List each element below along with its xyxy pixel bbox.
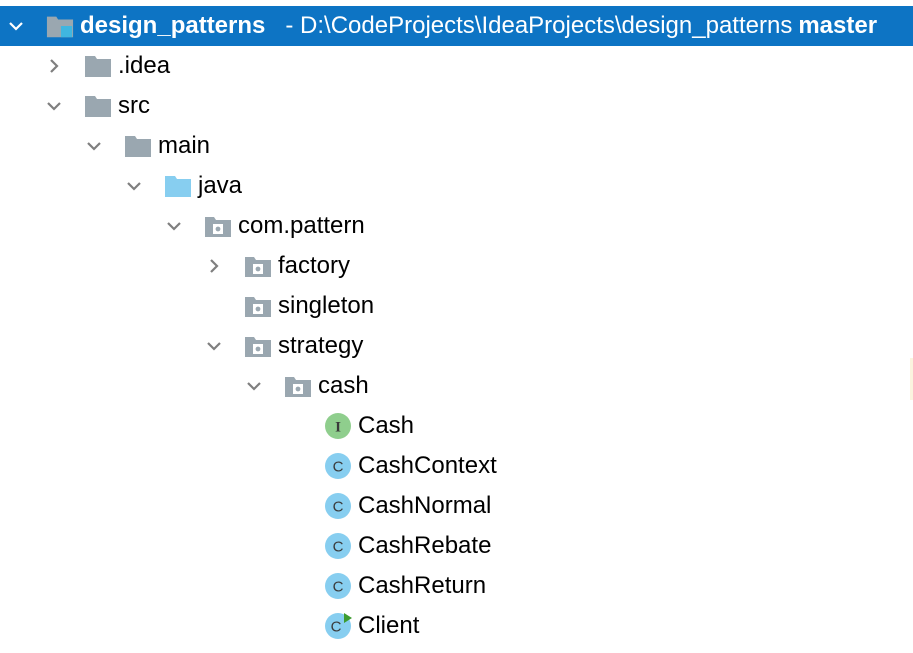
chevron-down-icon[interactable] bbox=[86, 138, 102, 154]
tree-row-cash-package[interactable]: cash bbox=[0, 366, 913, 406]
tree-node-label: Client bbox=[358, 612, 420, 639]
tree-row-com-pattern[interactable]: com.pattern bbox=[0, 206, 913, 246]
package-icon bbox=[244, 333, 272, 359]
module-folder-icon bbox=[46, 13, 74, 39]
folder-icon bbox=[84, 93, 112, 119]
arrow-spacer bbox=[206, 298, 222, 314]
arrow-spacer bbox=[286, 578, 302, 594]
tree-row-strategy[interactable]: strategy bbox=[0, 326, 913, 366]
tree-node-label: singleton bbox=[278, 292, 375, 319]
tree-row-client[interactable]: C Client bbox=[0, 606, 913, 646]
arrow-spacer bbox=[286, 538, 302, 554]
tree-row-cashcontext[interactable]: C CashContext bbox=[0, 446, 913, 486]
class-icon: C bbox=[324, 533, 352, 559]
tree-row-main[interactable]: main bbox=[0, 126, 913, 166]
class-icon: C bbox=[324, 573, 352, 599]
package-icon bbox=[284, 373, 312, 399]
tree-node-label: CashRebate bbox=[358, 532, 492, 559]
class-icon: C bbox=[324, 453, 352, 479]
folder-icon bbox=[84, 53, 112, 79]
chevron-down-icon[interactable] bbox=[246, 378, 262, 394]
root-name: design_patterns bbox=[80, 12, 266, 39]
tree-node-label: CashNormal bbox=[358, 492, 492, 519]
tree-node-label: cash bbox=[318, 372, 369, 399]
tree-node-label: strategy bbox=[278, 332, 364, 359]
tree-row-idea[interactable]: .idea bbox=[0, 46, 913, 86]
tree-node-label: CashReturn bbox=[358, 572, 487, 599]
package-icon bbox=[244, 253, 272, 279]
tree-row-src[interactable]: src bbox=[0, 86, 913, 126]
tree-node-label: src bbox=[118, 92, 150, 119]
tree-row-factory[interactable]: factory bbox=[0, 246, 913, 286]
tree-node-label: factory bbox=[278, 252, 351, 279]
chevron-down-icon[interactable] bbox=[206, 338, 222, 354]
tree-row-java[interactable]: java bbox=[0, 166, 913, 206]
tree-row-cashnormal[interactable]: C CashNormal bbox=[0, 486, 913, 526]
tree-node-label: main bbox=[158, 132, 211, 159]
root-path: - D:\CodeProjects\IdeaProjects\design_pa… bbox=[285, 12, 793, 39]
tree-row-root[interactable]: design_patterns - D:\CodeProjects\IdeaPr… bbox=[0, 6, 913, 46]
class-icon-letter: C bbox=[331, 619, 342, 636]
chevron-right-icon[interactable] bbox=[206, 258, 222, 274]
tree-row-cashrebate[interactable]: C CashRebate bbox=[0, 526, 913, 566]
tree-node-label: com.pattern bbox=[238, 212, 365, 239]
arrow-spacer bbox=[286, 418, 302, 434]
tree-node-label: java bbox=[198, 172, 243, 199]
tree-row-cash-interface[interactable]: I Cash bbox=[0, 406, 913, 446]
arrow-spacer bbox=[286, 498, 302, 514]
arrow-spacer bbox=[286, 618, 302, 634]
runnable-class-icon: C bbox=[324, 613, 352, 639]
chevron-down-icon[interactable] bbox=[126, 178, 142, 194]
tree-node-label: Cash bbox=[358, 412, 415, 439]
class-icon-letter: C bbox=[333, 539, 344, 556]
chevron-down-icon[interactable] bbox=[46, 98, 62, 114]
arrow-spacer bbox=[286, 458, 302, 474]
class-icon-letter: C bbox=[333, 579, 344, 596]
tree-node-label: .idea bbox=[118, 52, 171, 79]
project-tree: design_patterns - D:\CodeProjects\IdeaPr… bbox=[0, 6, 913, 646]
interface-icon-letter: I bbox=[335, 420, 341, 436]
class-icon-letter: C bbox=[333, 459, 344, 476]
source-root-folder-icon bbox=[164, 173, 192, 199]
folder-icon bbox=[124, 133, 152, 159]
tree-row-cashreturn[interactable]: C CashReturn bbox=[0, 566, 913, 606]
root-branch: master bbox=[798, 12, 878, 39]
package-icon bbox=[204, 213, 232, 239]
chevron-down-icon[interactable] bbox=[166, 218, 182, 234]
tree-node-label: CashContext bbox=[358, 452, 497, 479]
interface-icon: I bbox=[324, 413, 352, 439]
tree-row-singleton[interactable]: singleton bbox=[0, 286, 913, 326]
chevron-right-icon[interactable] bbox=[46, 58, 62, 74]
chevron-down-icon[interactable] bbox=[8, 18, 24, 34]
class-icon-letter: C bbox=[333, 499, 344, 516]
class-icon: C bbox=[324, 493, 352, 519]
package-icon bbox=[244, 293, 272, 319]
